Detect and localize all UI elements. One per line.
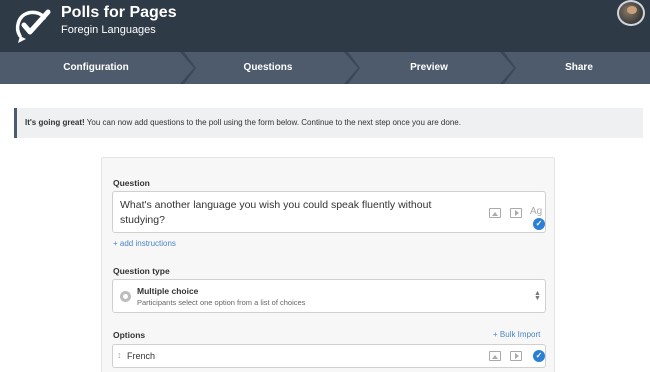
- add-instructions-link[interactable]: + add instructions: [113, 239, 176, 248]
- question-type-select[interactable]: Multiple choice Participants select one …: [112, 279, 546, 313]
- step-preview[interactable]: Preview: [356, 52, 502, 84]
- question-type-label: Question type: [113, 266, 170, 276]
- question-text[interactable]: What's another language you wish you cou…: [120, 198, 460, 228]
- options-label: Options: [113, 330, 146, 340]
- text-format-icon[interactable]: Ag: [530, 206, 542, 217]
- image-icon[interactable]: [489, 351, 501, 361]
- question-form-card: Question What's another language you wis…: [101, 157, 555, 372]
- video-icon[interactable]: [510, 208, 522, 218]
- chevron-up-down-icon: ▲ ▼: [534, 290, 541, 302]
- check-icon[interactable]: ✓: [533, 350, 545, 362]
- step-navigation: Configuration Questions Preview Share: [0, 52, 650, 84]
- option-text[interactable]: French: [127, 351, 155, 361]
- image-icon[interactable]: [489, 208, 501, 218]
- question-type-description: Participants select one option from a li…: [137, 298, 306, 307]
- app-header: Polls for Pages Foregin Languages: [0, 0, 650, 52]
- step-questions[interactable]: Questions: [192, 52, 344, 84]
- alert-strong: It's going great!: [25, 118, 85, 127]
- app-title: Polls for Pages: [61, 4, 177, 21]
- check-logo-icon: [15, 9, 51, 43]
- bulk-import-link[interactable]: + Bulk Import: [493, 330, 540, 339]
- video-icon[interactable]: [510, 351, 522, 361]
- info-alert: It's going great! You can now add questi…: [14, 108, 643, 138]
- question-type-title: Multiple choice: [137, 286, 199, 296]
- question-label: Question: [113, 178, 150, 188]
- radio-icon: [120, 291, 131, 302]
- option-row[interactable]: ↕ French ✓: [112, 344, 546, 368]
- avatar[interactable]: [617, 0, 645, 26]
- question-input[interactable]: What's another language you wish you cou…: [112, 191, 546, 233]
- step-share[interactable]: Share: [512, 52, 646, 84]
- poll-name: Foregin Languages: [61, 24, 156, 36]
- check-icon[interactable]: ✓: [533, 218, 545, 230]
- drag-handle-icon[interactable]: ↕: [117, 350, 122, 360]
- step-configuration[interactable]: Configuration: [20, 52, 172, 84]
- alert-text: You can now add questions to the poll us…: [84, 118, 461, 127]
